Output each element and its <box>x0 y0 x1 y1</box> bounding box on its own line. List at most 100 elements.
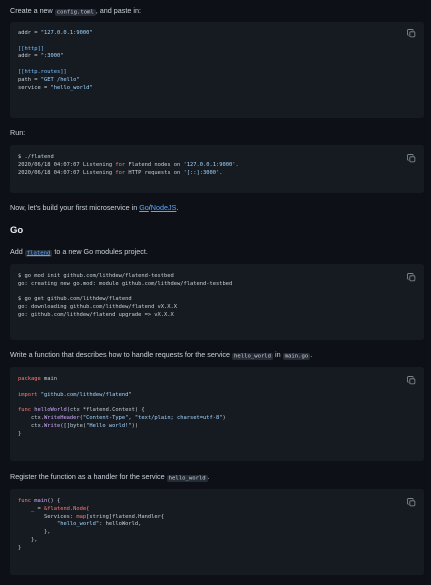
main-code: func main() { _ = &flatend.Node{ Service… <box>18 498 164 553</box>
code-line: addr = ":3000" <box>18 53 63 59</box>
code-line: } <box>18 431 21 437</box>
code-token: go: downloading github.com/lithdew/flate… <box>18 304 178 311</box>
code-token: helloWorld <box>34 407 67 414</box>
nodejs-link[interactable]: NodeJS <box>151 203 177 212</box>
code-line: package main <box>18 376 57 382</box>
code-token: func <box>18 498 31 504</box>
intro-before: Create a new <box>10 6 55 15</box>
code-token: "GET /hello" <box>40 76 80 83</box>
code-token: for <box>115 169 126 176</box>
register-after: . <box>207 472 210 481</box>
copy-icon[interactable] <box>407 498 416 507</box>
main-go-file: main.go <box>282 352 311 360</box>
code-token: path = <box>18 76 41 83</box>
code-line: ctx.Write([]byte("Hello world!")) <box>18 423 138 429</box>
code-token: import <box>18 391 38 398</box>
microservice-text: Now, let's build your first microservice… <box>10 203 178 212</box>
code-token: for <box>115 161 126 168</box>
code-token: 2020/06/18 04:07:07 Listening <box>18 161 116 168</box>
code-line: $ go mod init github.com/lithdew/flatend… <box>18 273 174 279</box>
code-token: func <box>18 407 31 414</box>
code-token: "Content-Type" <box>82 414 129 421</box>
config-code-block: addr = "127.0.0.1:9000" [[http]] addr = … <box>10 22 424 118</box>
code-line: 2020/06/18 04:07:07 Listening for Flaten… <box>18 162 239 168</box>
code-line: go: downloading github.com/lithdew/flate… <box>18 304 177 310</box>
code-token: $ go get github.com/lithdew/flatend <box>18 296 132 303</box>
code-token: Flatend nodes on <box>125 161 184 168</box>
code-token: } <box>18 430 22 437</box>
copy-icon[interactable] <box>407 273 416 282</box>
code-token: _ = <box>18 505 44 512</box>
microservice-after: . <box>176 203 179 212</box>
code-token: }, <box>18 529 51 536</box>
code-token: ([]byte( <box>60 422 87 429</box>
code-token: HTTP requests on <box>125 169 184 176</box>
register-before: Register the function as a handler for t… <box>10 472 167 481</box>
code-line: import "github.com/lithdew/flatend" <box>18 392 132 398</box>
config-file-name: config.toml <box>54 8 96 16</box>
main-code-block: func main() { _ = &flatend.Node{ Service… <box>10 489 424 575</box>
write-fn-before: Write a function that describes how to h… <box>10 350 232 359</box>
code-token: package <box>18 376 41 382</box>
code-token: . <box>235 161 239 168</box>
handler-code: package main import "github.com/lithdew/… <box>18 376 226 438</box>
write-function-text: Write a function that describes how to h… <box>10 350 312 361</box>
run-label: Run: <box>10 128 26 137</box>
code-token: addr = <box>18 53 41 60</box>
go-link[interactable]: Go <box>139 203 149 212</box>
code-token: "hello_world" <box>56 521 100 528</box>
code-token: go: github.com/lithdew/flatend upgrade =… <box>18 311 174 318</box>
copy-icon[interactable] <box>407 29 416 38</box>
code-line: service = "hello_world" <box>18 85 93 91</box>
code-line: $ ./flatend <box>18 154 54 160</box>
code-line: }, <box>18 537 38 543</box>
code-line: }, <box>18 529 51 536</box>
code-line: addr = "127.0.0.1:9000" <box>18 30 93 36</box>
copy-icon[interactable] <box>407 154 416 163</box>
code-token: ctx. <box>18 414 44 421</box>
code-token: "github.com/lithdew/flatend" <box>40 391 132 398</box>
code-line: 2020/06/18 04:07:07 Listening for HTTP r… <box>18 170 223 176</box>
code-token: '[::]:3000' <box>183 169 220 176</box>
config-code: addr = "127.0.0.1:9000" [[http]] addr = … <box>18 30 93 92</box>
code-line: } <box>18 545 21 551</box>
add-text: Add flatend to a new Go modules project. <box>10 247 148 258</box>
code-token: [[http.routes]] <box>18 68 67 75</box>
code-token: go: creating new go.mod: module github.c… <box>18 280 233 287</box>
code-line: $ go get github.com/lithdew/flatend <box>18 296 132 302</box>
code-line: path = "GET /hello" <box>18 77 80 83</box>
go-heading: Go <box>10 225 24 236</box>
code-token: ctx. <box>18 422 44 429</box>
code-token: ":3000" <box>40 53 64 60</box>
code-token: WriteHeader <box>43 414 80 421</box>
run-code: $ ./flatend 2020/06/18 04:07:07 Listenin… <box>18 154 239 177</box>
code-token: [[http]] <box>18 45 44 52</box>
code-line: [[http]] <box>18 46 44 52</box>
code-line: ctx.WriteHeader("Content-Type", "text/pl… <box>18 415 226 421</box>
code-token: $ ./flatend <box>18 154 54 160</box>
code-token: )) <box>131 422 139 429</box>
run-code-block: $ ./flatend 2020/06/18 04:07:07 Listenin… <box>10 145 424 193</box>
code-token: service = <box>18 84 51 91</box>
code-token: Services: <box>18 513 77 520</box>
code-token: main <box>40 376 57 382</box>
flatend-package-link[interactable]: flatend <box>24 249 53 257</box>
code-token: (ctx *flatend.Context) { <box>66 407 145 414</box>
service-name: hello_world <box>166 474 208 482</box>
add-after: to a new Go modules project. <box>52 247 148 256</box>
code-line: [[http.routes]] <box>18 69 67 75</box>
gomod-code: $ go mod init github.com/lithdew/flatend… <box>18 273 232 320</box>
code-token: "Hello world!" <box>86 422 132 429</box>
gomod-code-block: $ go mod init github.com/lithdew/flatend… <box>10 264 424 340</box>
code-token: &flatend.Node{ <box>43 505 90 512</box>
code-token: Write <box>43 422 61 429</box>
code-token: $ go mod init github.com/lithdew/flatend… <box>18 273 174 279</box>
code-token: "hello_world" <box>50 84 93 91</box>
code-token: "text/plain; charset=utf-8" <box>134 414 223 421</box>
code-line: go: github.com/lithdew/flatend upgrade =… <box>18 312 174 318</box>
readme-page: Create a new config.toml, and paste in: … <box>0 0 431 585</box>
copy-icon[interactable] <box>407 376 416 385</box>
code-token: "127.0.0.1:9000" <box>40 30 93 36</box>
write-fn-mid: in <box>273 350 283 359</box>
